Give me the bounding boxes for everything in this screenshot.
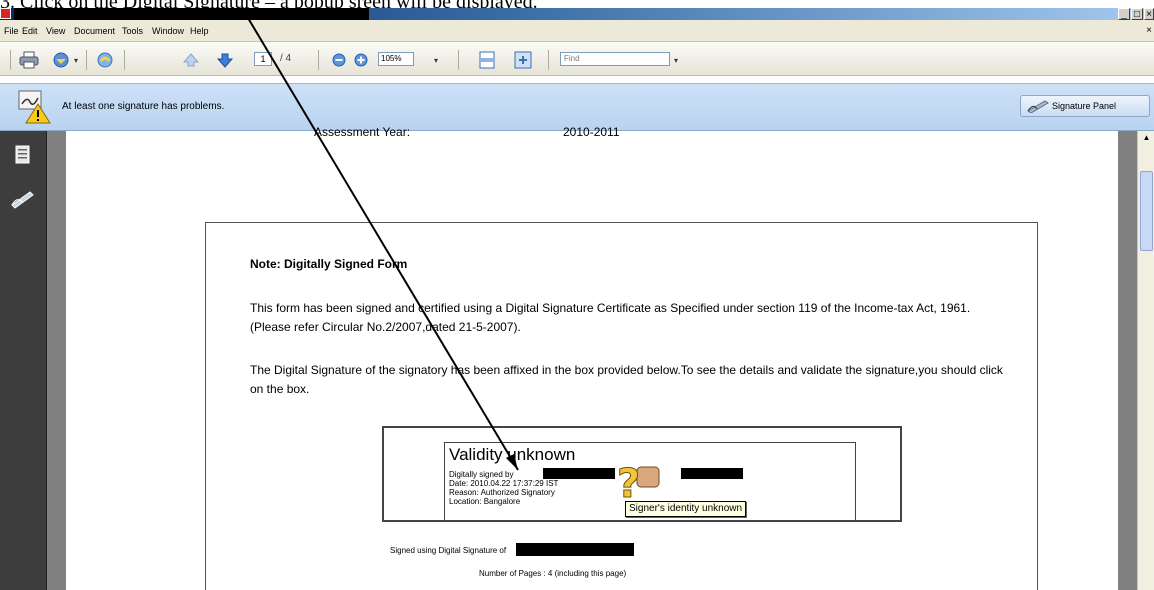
fit-page-icon[interactable] — [476, 50, 498, 70]
minimize-button[interactable]: _ — [1118, 8, 1130, 20]
signer-identity-tooltip: Signer's identity unknown — [625, 501, 747, 517]
question-mark-icon: ? — [617, 461, 660, 507]
signature-problem-message: At least one signature has problems. — [62, 101, 225, 112]
note-title: Note: Digitally Signed Form — [250, 257, 408, 271]
menu-file[interactable]: File — [4, 26, 19, 36]
pdf-page: Assessment Year: 2010-2011 Note: Digital… — [66, 125, 1118, 590]
redacted-signatory — [516, 543, 634, 556]
vertical-scrollbar[interactable]: ▲ — [1137, 131, 1154, 590]
signed-form-box: Note: Digitally Signed Form This form ha… — [205, 222, 1038, 590]
toolbar-separator — [318, 50, 319, 70]
assessment-year-label: Assessment Year: — [314, 125, 411, 139]
document-message-bar: At least one signature has problems. Sig… — [0, 83, 1154, 131]
document-close-icon[interactable]: × — [1146, 25, 1152, 36]
validity-status: Validity unknown — [449, 445, 576, 464]
next-page-icon[interactable] — [214, 50, 236, 70]
toolbar-separator — [548, 50, 549, 70]
menu-edit[interactable]: Edit — [22, 26, 38, 36]
zoom-in-icon[interactable] — [350, 50, 372, 70]
assessment-year-value: 2010-2011 — [563, 125, 620, 139]
menu-help[interactable]: Help — [190, 26, 209, 36]
close-button[interactable]: × — [1144, 8, 1154, 20]
certification-paragraph: This form has been signed and certified … — [250, 301, 971, 334]
signature-reason: Reason: Authorized Signatory — [449, 488, 555, 497]
menu-tools[interactable]: Tools — [122, 26, 143, 36]
signatures-icon[interactable] — [10, 189, 34, 209]
printer-icon[interactable] — [18, 50, 40, 70]
window-titlebar: _ □ × — [0, 8, 1154, 22]
signature-box[interactable]: Validity unknown Digitally signed by Dat… — [382, 426, 902, 522]
scroll-up-icon[interactable]: ▲ — [1140, 133, 1153, 143]
signature-pen-icon — [1027, 100, 1049, 113]
email-dropdown-icon[interactable]: ▾ — [74, 56, 78, 65]
toolbar-separator — [86, 50, 87, 70]
page-number-field[interactable]: 1 — [254, 52, 272, 66]
toolbar-separator — [458, 50, 459, 70]
signed-using-text: Signed using Digital Signature of — [390, 546, 507, 555]
redacted-signer-name — [543, 468, 615, 479]
digitally-signed-by: Digitally signed by — [449, 470, 514, 479]
number-of-pages: Number of Pages : 4 (including this page… — [479, 569, 627, 578]
toolbar: ▾ 1 / 4 105% ▾ Find ▾ — [0, 42, 1154, 76]
document-area: Assessment Year: 2010-2011 Note: Digital… — [47, 125, 1137, 590]
adobe-reader-icon — [0, 8, 11, 19]
signature-date: Date: 2010.04.22 17:37:29 IST — [449, 479, 559, 488]
maximize-button[interactable]: □ — [1131, 8, 1143, 20]
find-dropdown-icon[interactable]: ▾ — [674, 56, 678, 65]
signature-field[interactable]: Validity unknown Digitally signed by Dat… — [444, 442, 856, 522]
signature-panel-label: Signature Panel — [1052, 101, 1117, 111]
instruction-paragraph: The Digital Signature of the signatory h… — [250, 363, 1003, 396]
zoom-level-field[interactable]: 105% — [378, 52, 414, 66]
full-screen-icon[interactable] — [512, 50, 534, 70]
menu-document[interactable]: Document — [74, 26, 115, 36]
page-total: / 4 — [280, 53, 292, 64]
menu-window[interactable]: Window — [152, 26, 184, 36]
signature-warning-icon — [18, 90, 51, 124]
menu-view[interactable]: View — [46, 26, 65, 36]
pages-icon[interactable] — [14, 145, 32, 165]
toolbar-grip — [10, 50, 11, 70]
scroll-thumb[interactable] — [1140, 171, 1153, 251]
find-field[interactable]: Find — [560, 52, 670, 66]
hand-tool-icon[interactable] — [94, 50, 116, 70]
signature-location: Location: Bangalore — [449, 497, 521, 506]
previous-page-icon[interactable] — [180, 50, 202, 70]
navigation-pane — [0, 131, 47, 590]
signature-panel-button[interactable]: Signature Panel — [1020, 95, 1150, 117]
menu-bar: File Edit View Document Tools Window Hel… — [0, 20, 1154, 42]
zoom-dropdown-icon[interactable]: ▾ — [434, 56, 438, 65]
email-icon[interactable] — [50, 50, 72, 70]
zoom-out-icon[interactable] — [328, 50, 350, 70]
toolbar-separator — [124, 50, 125, 70]
redacted-signer-name-2 — [681, 468, 743, 479]
